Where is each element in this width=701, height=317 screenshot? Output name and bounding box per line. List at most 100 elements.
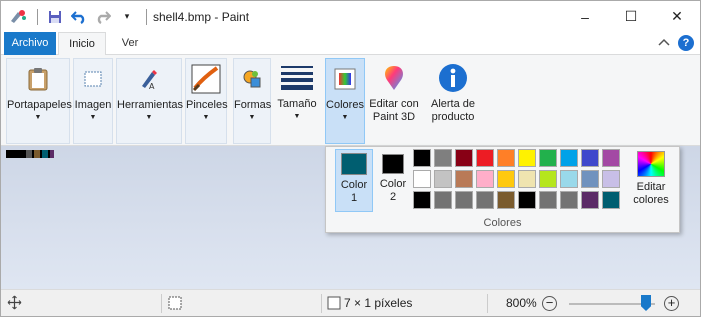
palette-color-swatch[interactable] (434, 191, 452, 209)
edit-colors-label: Editar colores (633, 181, 669, 206)
palette-color-swatch[interactable] (581, 191, 599, 209)
palette-color-swatch[interactable] (581, 149, 599, 167)
svg-text:A: A (149, 82, 155, 90)
palette-color-swatch[interactable] (413, 149, 431, 167)
zoom-out-button[interactable]: − (542, 296, 557, 311)
palette-color-swatch[interactable] (413, 191, 431, 209)
group-herramientas[interactable]: A Herramientas ▼ (116, 58, 184, 144)
palette-color-swatch[interactable] (455, 191, 473, 209)
window-title: shell4.bmp - Paint (153, 9, 250, 24)
group-pinceles[interactable]: Pinceles ▼ (185, 58, 228, 144)
brush-icon (190, 63, 222, 95)
palette-color-swatch[interactable] (434, 149, 452, 167)
color2-swatch (382, 154, 404, 174)
group-alerta[interactable]: Alerta de producto (426, 58, 480, 144)
edit-colors-button[interactable]: Editar colores (628, 149, 674, 207)
palette-color-swatch[interactable] (560, 191, 578, 209)
selection-size-icon (168, 296, 182, 313)
collapse-ribbon-icon[interactable] (658, 37, 670, 49)
group-portapapeles[interactable]: Portapapeles ▼ (6, 58, 72, 144)
palette-color-swatch[interactable] (455, 170, 473, 188)
palette-color-swatch[interactable] (497, 191, 515, 209)
palette-color-swatch[interactable] (560, 170, 578, 188)
palette-color-swatch[interactable] (602, 149, 620, 167)
paint-app-icon[interactable] (7, 6, 29, 28)
group-label: Imagen (74, 99, 112, 111)
palette-color-swatch[interactable] (518, 191, 536, 209)
palette-color-swatch[interactable] (518, 149, 536, 167)
image-select-icon (77, 63, 109, 95)
clipboard-icon (22, 63, 54, 95)
quick-access-toolbar: ▾ shell4.bmp - Paint (1, 1, 249, 32)
window-controls: – ☐ ✕ (562, 1, 700, 32)
chevron-down-icon: ▼ (202, 114, 210, 121)
customize-toolbar-button[interactable]: ▾ (116, 6, 138, 28)
ribbon: Portapapeles ▼ Imagen ▼ A Herramientas ▼… (1, 55, 700, 146)
chevron-down-icon: ▼ (293, 113, 301, 120)
image-dimensions: 7 × 1 píxeles (344, 296, 413, 310)
palette-color-swatch[interactable] (560, 149, 578, 167)
separator (37, 8, 38, 25)
separator (161, 294, 162, 313)
color1-label: Color 1 (340, 179, 368, 204)
color2-label: Color 2 (379, 178, 407, 203)
palette-color-swatch[interactable] (518, 170, 536, 188)
color1-button[interactable]: Color 1 (335, 149, 373, 212)
move-cursor-icon (7, 295, 22, 313)
save-icon[interactable] (44, 6, 66, 28)
color2-button[interactable]: Color 2 (378, 149, 408, 212)
group-formas[interactable]: Formas ▼ (233, 58, 271, 144)
colors-group-label: Colores (483, 217, 522, 229)
palette-color-swatch[interactable] (476, 149, 494, 167)
palette-color-swatch[interactable] (497, 170, 515, 188)
separator (487, 294, 488, 313)
maximize-button[interactable]: ☐ (608, 1, 654, 32)
tab-archivo[interactable]: Archivo (4, 32, 56, 55)
line-size-icon (281, 62, 313, 94)
tab-inicio[interactable]: Inicio (58, 32, 106, 56)
group-paint3d[interactable]: Editar con Paint 3D (368, 58, 420, 144)
chevron-down-icon: ▼ (34, 114, 42, 121)
separator (321, 294, 322, 313)
palette-color-swatch[interactable] (497, 149, 515, 167)
palette-color-swatch[interactable] (476, 170, 494, 188)
group-label: Herramientas (117, 99, 184, 111)
palette-color-swatch[interactable] (602, 191, 620, 209)
color-palette (413, 149, 620, 209)
group-colores[interactable]: Colores ▼ (325, 58, 365, 144)
palette-color-swatch[interactable] (539, 170, 557, 188)
zoom-slider-thumb[interactable] (641, 295, 651, 311)
chevron-down-icon: ▼ (248, 114, 256, 121)
undo-icon[interactable] (68, 6, 90, 28)
shapes-icon (236, 63, 268, 95)
palette-color-swatch[interactable] (413, 170, 431, 188)
tab-ver[interactable]: Ver (111, 32, 149, 55)
minimize-button[interactable]: – (562, 1, 608, 32)
group-label: Formas (234, 99, 272, 111)
separator (146, 8, 147, 25)
zoom-in-button[interactable]: + (664, 296, 679, 311)
help-icon[interactable]: ? (678, 35, 694, 51)
palette-color-swatch[interactable] (581, 170, 599, 188)
group-tamano[interactable]: Tamaño ▼ (275, 58, 319, 144)
palette-color-swatch[interactable] (434, 170, 452, 188)
paint-window: ▾ shell4.bmp - Paint – ☐ ✕ Archivo Inici… (0, 0, 701, 317)
colors-icon (329, 63, 361, 95)
palette-color-swatch[interactable] (602, 170, 620, 188)
image-thumbnail[interactable] (6, 150, 54, 158)
ribbon-tabs: Archivo Inicio Ver ? (1, 32, 700, 56)
close-button[interactable]: ✕ (654, 1, 700, 32)
color-spectrum-icon (637, 151, 665, 177)
group-imagen[interactable]: Imagen ▼ (73, 58, 113, 144)
group-label: Alerta de producto (430, 98, 476, 123)
redo-icon[interactable] (92, 6, 114, 28)
paint3d-icon (378, 62, 410, 94)
title-bar: ▾ shell4.bmp - Paint – ☐ ✕ (1, 1, 700, 32)
palette-color-swatch[interactable] (455, 149, 473, 167)
status-bar: 7 × 1 píxeles 800% − + (1, 289, 700, 316)
palette-color-swatch[interactable] (539, 191, 557, 209)
group-label: Pinceles (186, 99, 228, 111)
palette-color-swatch[interactable] (539, 149, 557, 167)
chevron-down-icon: ▼ (89, 114, 97, 121)
palette-color-swatch[interactable] (476, 191, 494, 209)
